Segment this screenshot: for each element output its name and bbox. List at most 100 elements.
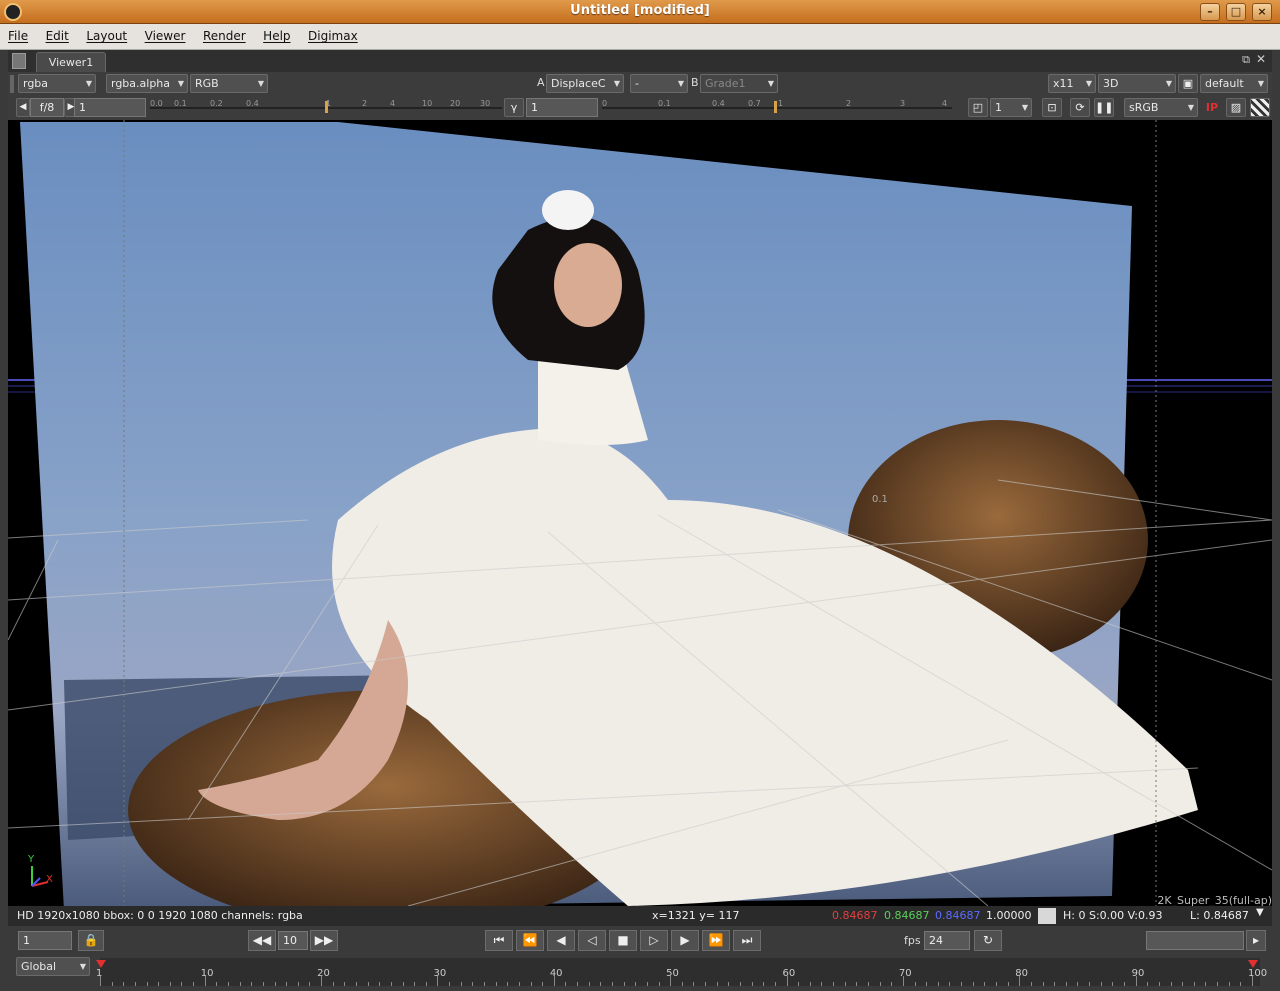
timeline-tick bbox=[449, 982, 451, 986]
prev-keyframe-icon[interactable]: ⏪ bbox=[516, 930, 544, 951]
axis-y-label: Y bbox=[28, 854, 35, 865]
lock-icon[interactable]: 🔒 bbox=[78, 930, 104, 951]
timeline-frame-label: 70 bbox=[898, 968, 912, 979]
timeline-frame-label: 50 bbox=[666, 968, 679, 979]
pixel-red: 0.84687 bbox=[832, 909, 878, 922]
play-backward-icon[interactable]: ◁ bbox=[578, 930, 606, 951]
fps-field[interactable]: 24 bbox=[924, 931, 970, 950]
menu-file[interactable]: File bbox=[0, 24, 34, 43]
timeline-tick bbox=[809, 982, 811, 986]
checkerboard-icon[interactable] bbox=[1250, 98, 1270, 117]
minimize-button[interactable]: – bbox=[1200, 3, 1220, 21]
title-bar: Untitled [modified] – □ × bbox=[0, 0, 1280, 24]
menu-help[interactable]: Help bbox=[255, 24, 296, 43]
close-panel-icon[interactable]: ✕ bbox=[1256, 52, 1266, 66]
proxy-dropdown[interactable]: 1 ▼ bbox=[990, 98, 1032, 117]
timeline-frame-label: 60 bbox=[782, 968, 796, 979]
timeline-tick bbox=[1112, 982, 1114, 986]
timeline-scope-dropdown[interactable]: Global ▼ bbox=[16, 957, 90, 976]
timeline-ruler[interactable]: 1 10 20 30 40 50 60 70 80 90 100 bbox=[96, 958, 1267, 986]
timeline-tick bbox=[1193, 982, 1195, 986]
pixel-luminance: L: 0.84687 bbox=[1190, 909, 1249, 922]
gamma-slider[interactable]: 0 0.1 0.4 0.7 1 2 3 4 bbox=[602, 99, 952, 117]
timeline-tick bbox=[879, 982, 881, 986]
timeline-tick bbox=[996, 982, 997, 986]
timeline-tick bbox=[1100, 982, 1102, 986]
pause-icon[interactable]: ❚❚ bbox=[1094, 98, 1114, 117]
skip-forward-icon[interactable]: ▶▶ bbox=[310, 930, 338, 951]
chevron-down-icon: ▼ bbox=[613, 79, 620, 88]
compare-op-dropdown[interactable]: - ▼ bbox=[630, 74, 688, 93]
display-dropdown[interactable]: x11 ▼ bbox=[1048, 74, 1096, 93]
timeline-tick bbox=[949, 982, 951, 986]
timeline-tick bbox=[472, 982, 474, 986]
pixel-coords: x=1321 y= 117 bbox=[652, 909, 740, 922]
menu-viewer[interactable]: Viewer bbox=[137, 24, 192, 43]
timeline-tick bbox=[1182, 982, 1184, 986]
timeline-frame-label: 30 bbox=[433, 968, 447, 979]
lut-dropdown[interactable]: sRGB ▼ bbox=[1124, 98, 1198, 117]
tab-viewer1[interactable]: Viewer1 bbox=[36, 52, 106, 72]
float-panel-icon[interactable]: ⧉ bbox=[1242, 53, 1250, 67]
refresh-icon[interactable]: ⟳ bbox=[1070, 98, 1090, 117]
input-process-button[interactable]: IP bbox=[1202, 98, 1222, 117]
prev-frame-icon[interactable]: ◀ bbox=[547, 930, 575, 951]
fstop-field[interactable]: f/8 bbox=[30, 98, 64, 117]
gamma-field[interactable]: 1 bbox=[526, 98, 598, 117]
out-point-marker[interactable] bbox=[1248, 960, 1258, 968]
colorspace-dropdown[interactable]: RGB ▼ bbox=[190, 74, 268, 93]
gain-tick: 0.2 bbox=[210, 99, 223, 108]
input-a-dropdown[interactable]: DisplaceC ▼ bbox=[546, 74, 624, 93]
timeline-tick bbox=[658, 982, 660, 986]
view-mode-dropdown[interactable]: 3D ▼ bbox=[1098, 74, 1176, 93]
viewer-canvas[interactable]: Y X 0.1 2K_Super_35(full-ap) bbox=[8, 120, 1272, 906]
playback-range-field[interactable] bbox=[1146, 931, 1244, 950]
gamma-slider-knob[interactable] bbox=[774, 101, 777, 113]
panel-menu-icon[interactable] bbox=[12, 53, 26, 69]
channels-dropdown[interactable]: rgba ▼ bbox=[18, 74, 96, 93]
timeline-tick bbox=[1007, 982, 1009, 986]
alpha-channel-dropdown[interactable]: rgba.alpha ▼ bbox=[106, 74, 188, 93]
roi-icon[interactable]: ⊡ bbox=[1042, 98, 1062, 117]
menu-digimax[interactable]: Digimax bbox=[300, 24, 364, 43]
skip-back-icon[interactable]: ◀◀ bbox=[248, 930, 276, 951]
timeline-tick bbox=[588, 982, 590, 986]
alpha-value: rgba.alpha bbox=[111, 77, 171, 90]
timeline-tick bbox=[891, 982, 893, 986]
next-keyframe-icon[interactable]: ⏩ bbox=[702, 930, 730, 951]
gamma-button[interactable]: γ bbox=[504, 98, 524, 117]
proxy-icon[interactable]: ◰ bbox=[968, 98, 988, 117]
gain-tick: 4 bbox=[390, 99, 396, 108]
skip-increment-field[interactable]: 10 bbox=[278, 931, 308, 950]
gain-field[interactable]: 1 bbox=[74, 98, 146, 117]
timeline-tick bbox=[1158, 982, 1160, 986]
in-point-marker[interactable] bbox=[96, 960, 106, 968]
range-toggle-icon[interactable]: ▸ bbox=[1246, 930, 1266, 951]
gain-slider[interactable]: 0.0 0.1 0.2 0.4 1 2 4 10 20 30 bbox=[150, 99, 502, 117]
camera-icon[interactable]: ▣ bbox=[1178, 74, 1198, 93]
camera-dropdown[interactable]: default ▼ bbox=[1200, 74, 1268, 93]
close-button[interactable]: × bbox=[1252, 3, 1272, 21]
menu-layout[interactable]: Layout bbox=[78, 24, 133, 43]
timeline-tick bbox=[507, 982, 509, 986]
loop-mode-icon[interactable]: ↻ bbox=[974, 930, 1002, 951]
timeline-tick bbox=[984, 982, 986, 986]
maximize-button[interactable]: □ bbox=[1226, 3, 1246, 21]
fstop-down-icon[interactable]: ◀ bbox=[16, 98, 30, 117]
menu-render[interactable]: Render bbox=[195, 24, 252, 43]
clip-warning-icon[interactable]: ▨ bbox=[1226, 98, 1246, 117]
menu-edit[interactable]: Edit bbox=[38, 24, 75, 43]
gamma-tick: 2 bbox=[846, 99, 852, 108]
timeline-tick bbox=[740, 982, 741, 986]
timeline-tick bbox=[309, 982, 311, 986]
stop-icon[interactable]: ■ bbox=[609, 930, 637, 951]
input-b-dropdown[interactable]: Grade1 ▼ bbox=[700, 74, 778, 93]
first-frame-icon[interactable]: ⏮ bbox=[485, 930, 513, 951]
last-frame-icon[interactable]: ⏭ bbox=[733, 930, 761, 951]
current-frame-field[interactable]: 1 bbox=[18, 931, 72, 950]
info-expand-icon[interactable]: ▼ bbox=[1256, 907, 1264, 918]
play-forward-icon[interactable]: ▷ bbox=[640, 930, 668, 951]
chevron-down-icon: ▼ bbox=[1021, 103, 1028, 112]
next-frame-icon[interactable]: ▶ bbox=[671, 930, 699, 951]
timeline-tick bbox=[751, 982, 753, 986]
